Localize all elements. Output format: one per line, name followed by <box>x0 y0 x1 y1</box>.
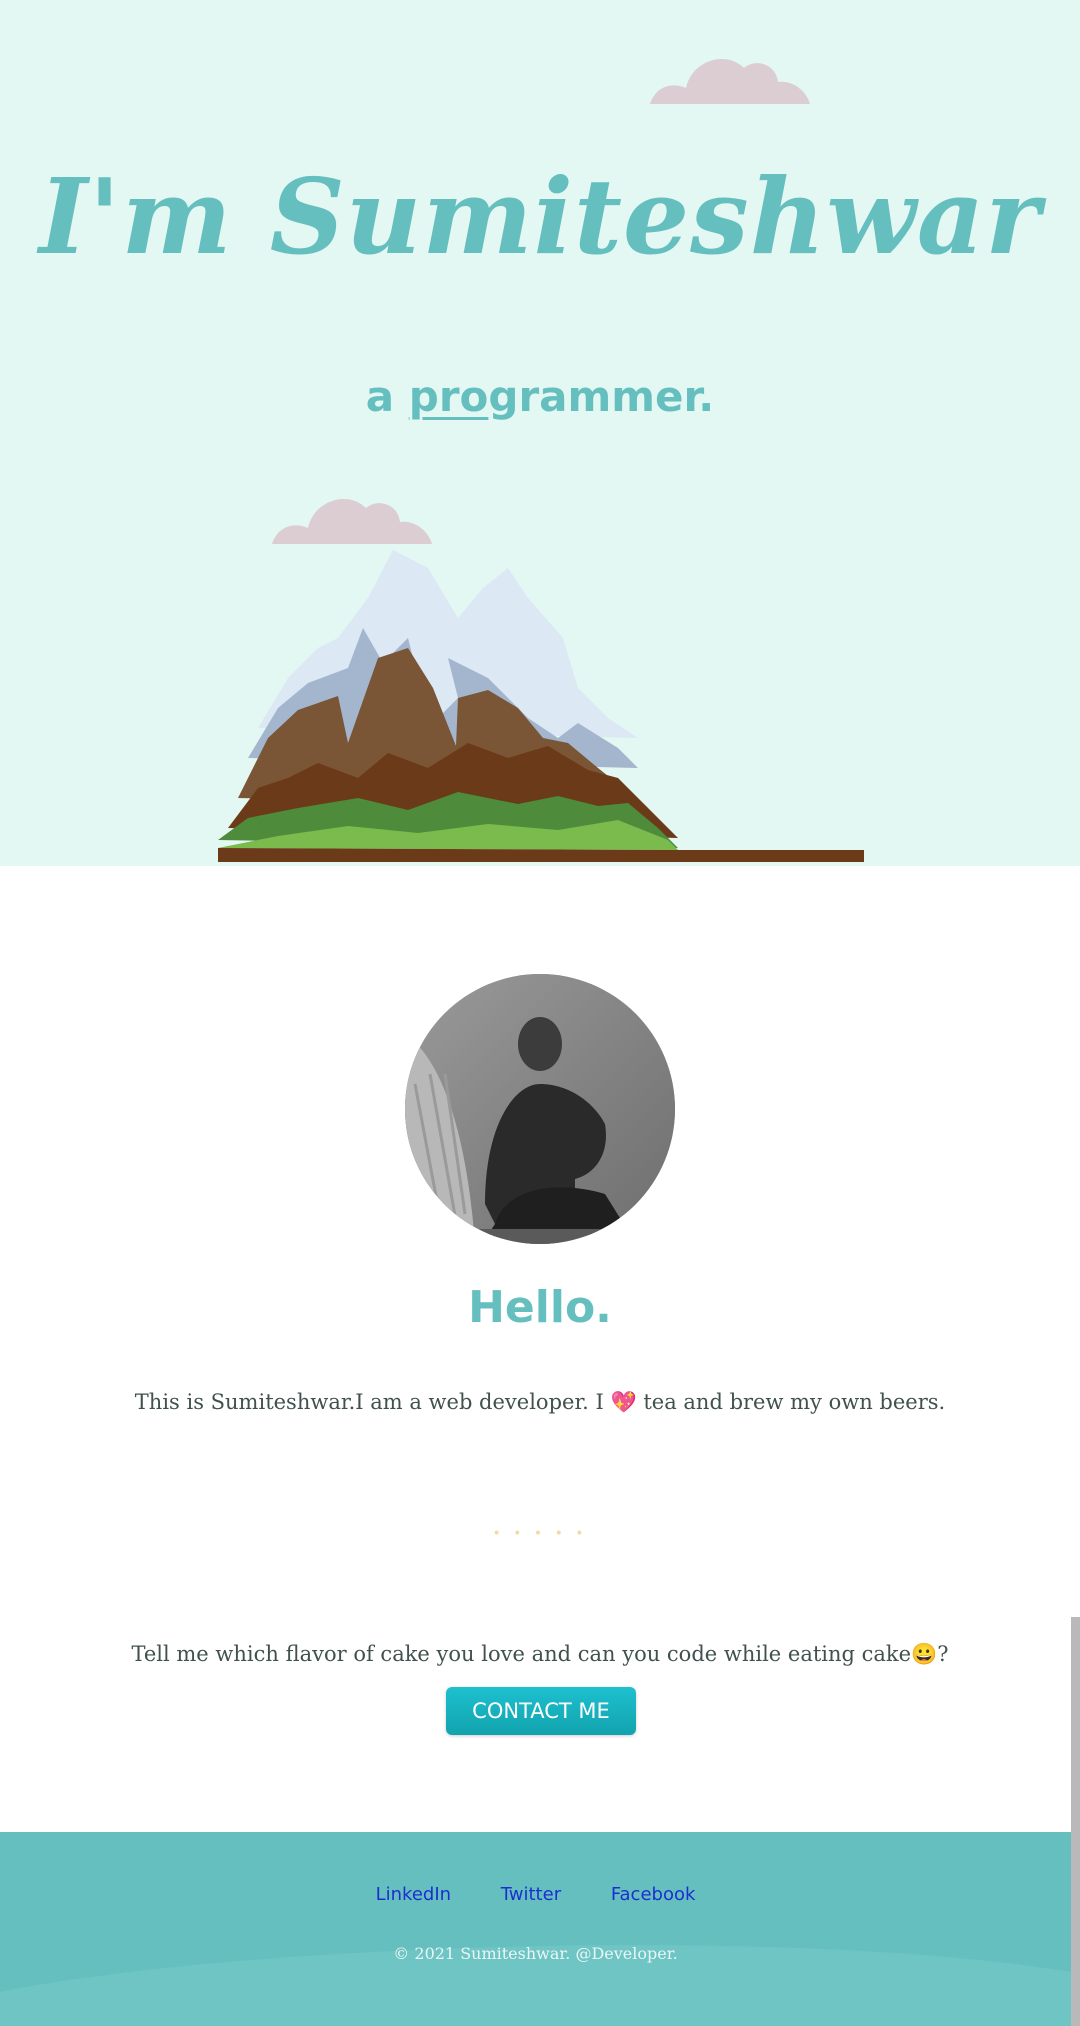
scrollbar-thumb[interactable] <box>1071 1617 1080 2026</box>
profile-photo <box>405 974 675 1244</box>
intro-text-end: tea and brew my own beers. <box>636 1390 946 1414</box>
footer: LinkedIn Twitter Facebook © 2021 Sumites… <box>0 1832 1071 2026</box>
subtitle-prefix: a <box>365 372 409 421</box>
social-links: LinkedIn Twitter Facebook <box>0 1884 1071 1905</box>
heart-icon: 💖 <box>610 1390 637 1414</box>
hero-section: I'm Sumiteshwar a programmer. <box>0 0 1080 866</box>
hero-title: I'm Sumiteshwar <box>38 155 1042 278</box>
person-image <box>405 974 675 1244</box>
copyright-text: © 2021 Sumiteshwar. @Developer. <box>393 1944 678 1963</box>
hero-subtitle: a programmer. <box>0 372 1080 421</box>
dotted-divider: • • • • • <box>492 1526 588 1542</box>
subtitle-typed: pro <box>408 372 489 421</box>
contact-prompt: Tell me which flavor of cake you love an… <box>0 1642 1080 1667</box>
contact-prompt-text: Tell me which flavor of cake you love an… <box>131 1642 912 1666</box>
hello-heading: Hello. <box>468 1282 612 1333</box>
grinning-face-icon: 😀 <box>911 1642 938 1666</box>
linkedin-link[interactable]: LinkedIn <box>376 1884 451 1905</box>
contact-prompt-end: ? <box>937 1642 949 1666</box>
cloud-icon <box>272 498 432 544</box>
cloud-icon <box>650 58 810 104</box>
intro-text: This is Sumiteshwar.I am a web developer… <box>0 1390 1080 1415</box>
intro-text-start: This is Sumiteshwar.I am a web developer… <box>134 1390 611 1414</box>
contact-me-button[interactable]: CONTACT ME <box>446 1687 636 1735</box>
mountain-illustration <box>218 550 864 862</box>
twitter-link[interactable]: Twitter <box>501 1884 561 1905</box>
subtitle-rest: grammer. <box>488 372 715 421</box>
facebook-link[interactable]: Facebook <box>611 1884 696 1905</box>
